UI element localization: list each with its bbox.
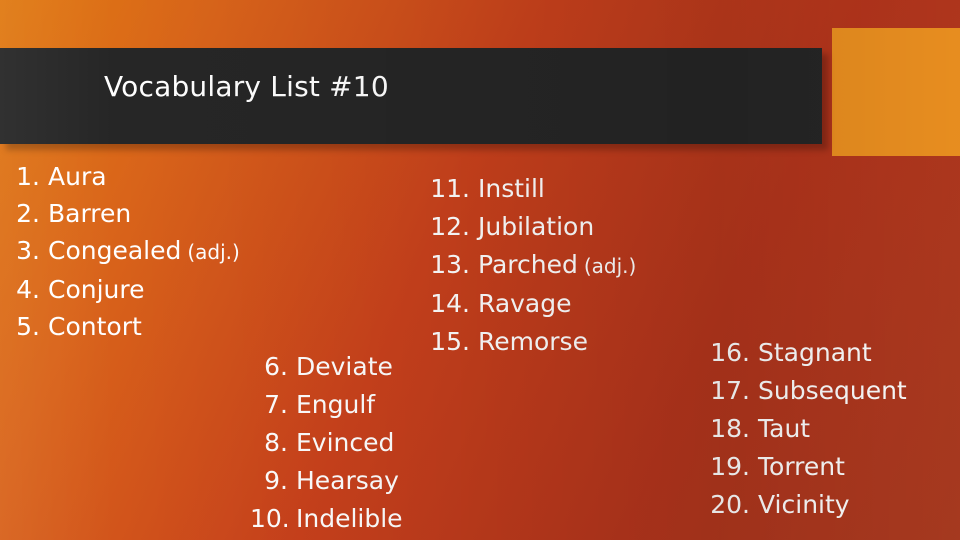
list-item-word: Barren bbox=[48, 199, 132, 228]
list-item-word: Hearsay bbox=[296, 466, 399, 495]
list-item-word: Parched bbox=[478, 250, 578, 279]
list-item-number: 17. bbox=[710, 376, 750, 405]
list-item-word: Conjure bbox=[48, 275, 145, 304]
list-item-number: 10. bbox=[250, 504, 290, 533]
list-item-pos: (adj.) bbox=[583, 254, 637, 278]
list-item-word: Remorse bbox=[478, 327, 588, 356]
list-item-number: 6. bbox=[264, 352, 288, 381]
list-item-word: Torrent bbox=[758, 452, 845, 481]
list-item-number: 16. bbox=[710, 338, 750, 367]
list-item: 18. Taut bbox=[710, 410, 913, 448]
list-item-word: Stagnant bbox=[758, 338, 872, 367]
list-item-word: Contort bbox=[48, 312, 142, 341]
list-item-number: 20. bbox=[710, 490, 750, 519]
list-item: 19. Torrent bbox=[710, 448, 913, 486]
list-item-number: 1. bbox=[16, 162, 40, 191]
list-item: 11. Instill bbox=[430, 170, 636, 208]
list-item-number: 13. bbox=[430, 250, 470, 279]
slide-canvas: Vocabulary List #10 1. Aura 2. Barren 3.… bbox=[0, 0, 960, 540]
vocab-column-1: 1. Aura 2. Barren 3. Congealed (adj.) 4.… bbox=[10, 158, 240, 345]
list-item-word: Instill bbox=[478, 174, 545, 203]
list-item-pos: (adj.) bbox=[187, 240, 240, 264]
list-item-number: 18. bbox=[710, 414, 750, 443]
list-item-word: Aura bbox=[48, 162, 107, 191]
list-item-number: 5. bbox=[16, 312, 40, 341]
list-item: 12. Jubilation bbox=[430, 208, 636, 246]
list-item-word: Jubilation bbox=[478, 212, 595, 241]
list-item: 16. Stagnant bbox=[710, 334, 913, 372]
list-item-word: Taut bbox=[758, 414, 811, 443]
list-item-number: 2. bbox=[16, 199, 40, 228]
list-item-word: Ravage bbox=[478, 289, 572, 318]
list-item-number: 3. bbox=[16, 236, 40, 265]
vocab-column-4: 16. Stagnant 17. Subsequent 18. Taut 19.… bbox=[710, 334, 913, 524]
list-item-word: Deviate bbox=[296, 352, 393, 381]
list-item: 10. Indelible bbox=[250, 500, 409, 538]
list-item: 13. Parched (adj.) bbox=[430, 246, 636, 285]
list-item-number: 12. bbox=[430, 212, 470, 241]
list-item-word: Congealed bbox=[48, 236, 182, 265]
list-item: 6. Deviate bbox=[250, 348, 409, 386]
list-item-word: Vicinity bbox=[758, 490, 850, 519]
list-item: 20. Vicinity bbox=[710, 486, 913, 524]
list-item-word: Engulf bbox=[296, 390, 376, 419]
vocab-column-2: 6. Deviate 7. Engulf 8. Evinced 9. Hears… bbox=[250, 348, 409, 538]
list-item-number: 7. bbox=[264, 390, 288, 419]
page-title: Vocabulary List #10 bbox=[104, 70, 389, 103]
list-item: 8. Evinced bbox=[250, 424, 409, 462]
list-item: 3. Congealed (adj.) bbox=[10, 232, 240, 271]
list-item-number: 4. bbox=[16, 275, 40, 304]
list-item-word: Indelible bbox=[296, 504, 403, 533]
list-item: 2. Barren bbox=[10, 195, 240, 232]
list-item: 7. Engulf bbox=[250, 386, 409, 424]
list-item: 9. Hearsay bbox=[250, 462, 409, 500]
list-item-number: 14. bbox=[430, 289, 470, 318]
list-item-number: 15. bbox=[430, 327, 470, 356]
list-item: 1. Aura bbox=[10, 158, 240, 195]
vocab-column-3: 11. Instill 12. Jubilation 13. Parched (… bbox=[430, 170, 636, 361]
list-item-number: 9. bbox=[264, 466, 288, 495]
list-item: 17. Subsequent bbox=[710, 372, 913, 410]
list-item: 14. Ravage bbox=[430, 285, 636, 323]
list-item-word: Evinced bbox=[296, 428, 395, 457]
list-item-number: 11. bbox=[430, 174, 470, 203]
list-item: 5. Contort bbox=[10, 308, 240, 345]
list-item-number: 19. bbox=[710, 452, 750, 481]
list-item: 4. Conjure bbox=[10, 271, 240, 308]
accent-block bbox=[832, 28, 960, 156]
list-item-word: Subsequent bbox=[758, 376, 907, 405]
list-item-number: 8. bbox=[264, 428, 288, 457]
list-item: 15. Remorse bbox=[430, 323, 636, 361]
